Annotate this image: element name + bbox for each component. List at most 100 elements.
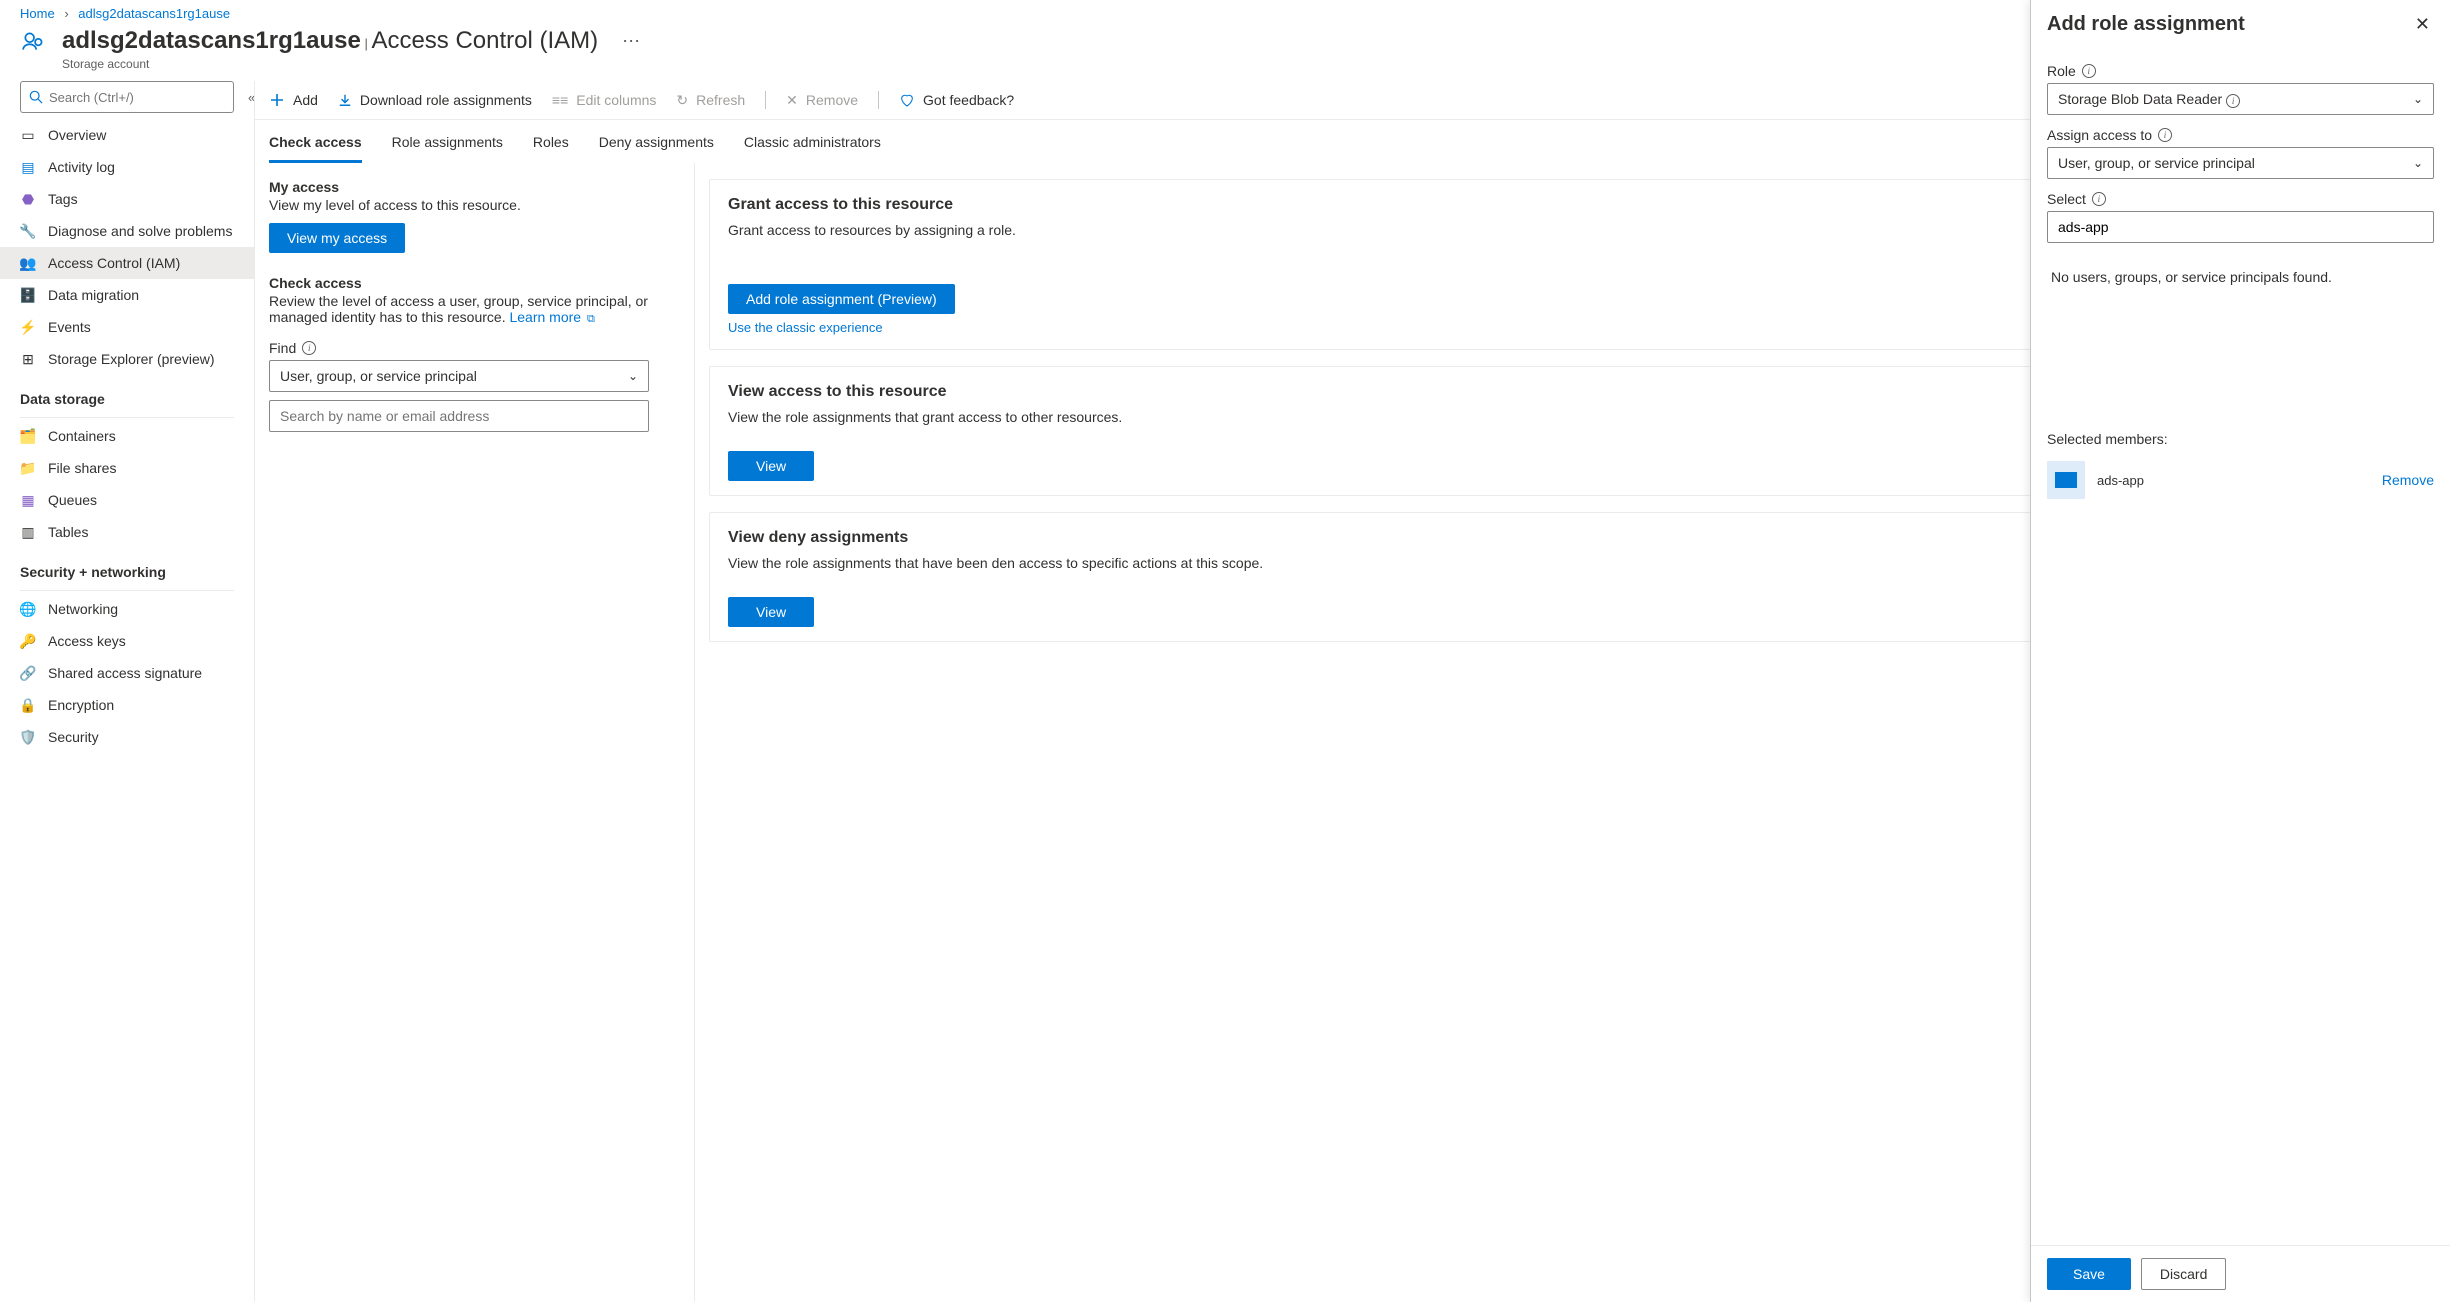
remove-member-button[interactable]: Remove: [2382, 472, 2434, 488]
tab-classic-admins[interactable]: Classic administrators: [744, 134, 881, 163]
feedback-button[interactable]: Got feedback?: [899, 92, 1014, 108]
nav-security[interactable]: 🛡️Security: [0, 721, 254, 753]
page-title: Access Control (IAM): [371, 27, 598, 54]
selected-member-row: ads-app Remove: [2047, 461, 2434, 499]
nav-data-migration[interactable]: 🗄️Data migration: [0, 279, 254, 311]
refresh-icon: ↻: [676, 92, 688, 109]
view-access-button[interactable]: View: [728, 451, 814, 481]
info-icon[interactable]: i: [2226, 94, 2240, 108]
info-icon[interactable]: i: [2092, 192, 2106, 206]
file-shares-icon: 📁: [20, 460, 36, 476]
nav-file-shares[interactable]: 📁File shares: [0, 452, 254, 484]
nav-encryption[interactable]: 🔒Encryption: [0, 689, 254, 721]
nav-containers[interactable]: 🗂️Containers: [0, 420, 254, 452]
containers-icon: 🗂️: [20, 428, 36, 444]
info-icon[interactable]: i: [2082, 64, 2096, 78]
iam-icon: 👥: [20, 255, 36, 271]
heart-icon: [899, 92, 915, 108]
selected-members-label: Selected members:: [2047, 431, 2434, 447]
diagnose-icon: 🔧: [20, 223, 36, 239]
check-access-title: Check access: [269, 275, 680, 291]
external-link-icon: ⧉: [587, 313, 595, 325]
find-select[interactable]: User, group, or service principal ⌄: [269, 360, 649, 392]
nav-events[interactable]: ⚡Events: [0, 311, 254, 343]
refresh-button: ↻ Refresh: [676, 92, 745, 109]
collapse-sidebar-button[interactable]: «: [244, 86, 254, 109]
log-icon: ▤: [20, 159, 36, 175]
select-label: Select i: [2047, 191, 2434, 207]
sidebar-search[interactable]: [20, 81, 234, 113]
nav-tables[interactable]: ▥Tables: [0, 516, 254, 548]
shield-icon: 🛡️: [20, 729, 36, 745]
tables-icon: ▥: [20, 524, 36, 540]
view-my-access-button[interactable]: View my access: [269, 223, 405, 253]
resource-name: adlsg2datascans1rg1ause: [62, 27, 361, 54]
sidebar: « ▭Overview ▤Activity log ⬣Tags 🔧Diagnos…: [0, 81, 254, 1302]
nav-networking[interactable]: 🌐Networking: [0, 593, 254, 625]
info-icon[interactable]: i: [302, 341, 316, 355]
member-name: ads-app: [2097, 473, 2144, 488]
close-button[interactable]: ✕: [2411, 10, 2434, 39]
lock-icon: 🔒: [20, 697, 36, 713]
nav-storage-explorer[interactable]: ⊞Storage Explorer (preview): [0, 343, 254, 375]
chevron-down-icon: ⌄: [2413, 156, 2423, 170]
remove-button: ✕ Remove: [786, 92, 858, 109]
add-role-assignment-panel: Add role assignment ✕ Role i Storage Blo…: [2030, 0, 2450, 1302]
select-input[interactable]: [2047, 211, 2434, 243]
nav-queues[interactable]: ▦Queues: [0, 484, 254, 516]
add-role-assignment-button[interactable]: Add role assignment (Preview): [728, 284, 955, 314]
member-avatar: [2047, 461, 2085, 499]
x-icon: ✕: [786, 92, 798, 109]
nav-sas[interactable]: 🔗Shared access signature: [0, 657, 254, 689]
assign-label: Assign access to i: [2047, 127, 2434, 143]
nav-access-keys[interactable]: 🔑Access keys: [0, 625, 254, 657]
key-icon: 🔑: [20, 633, 36, 649]
nav-access-control[interactable]: 👥Access Control (IAM): [0, 247, 254, 279]
search-icon: [29, 90, 43, 104]
tab-check-access[interactable]: Check access: [269, 134, 362, 163]
classic-experience-link[interactable]: Use the classic experience: [728, 320, 955, 335]
view-deny-button[interactable]: View: [728, 597, 814, 627]
more-actions-button[interactable]: ⋯: [622, 31, 640, 52]
tab-role-assignments[interactable]: Role assignments: [392, 134, 503, 163]
events-icon: ⚡: [20, 319, 36, 335]
nav-activity-log[interactable]: ▤Activity log: [0, 151, 254, 183]
tab-roles[interactable]: Roles: [533, 134, 569, 163]
nav-diagnose[interactable]: 🔧Diagnose and solve problems: [0, 215, 254, 247]
tag-icon: ⬣: [20, 191, 36, 207]
edit-columns-button: ≡≡ Edit columns: [552, 92, 657, 108]
no-results-message: No users, groups, or service principals …: [2047, 243, 2434, 311]
download-icon: [338, 93, 352, 107]
breadcrumb-home[interactable]: Home: [20, 6, 55, 21]
section-security: Security + networking: [0, 548, 254, 586]
explorer-icon: ⊞: [20, 351, 36, 367]
learn-more-link[interactable]: Learn more ⧉: [509, 309, 594, 325]
resource-icon: [20, 27, 48, 55]
role-select[interactable]: Storage Blob Data Reader i ⌄: [2047, 83, 2434, 115]
role-label: Role i: [2047, 63, 2434, 79]
networking-icon: 🌐: [20, 601, 36, 617]
tab-deny-assignments[interactable]: Deny assignments: [599, 134, 714, 163]
save-button[interactable]: Save: [2047, 1258, 2131, 1290]
search-input[interactable]: [49, 90, 225, 105]
my-access-desc: View my level of access to this resource…: [269, 197, 680, 213]
section-data-storage: Data storage: [0, 375, 254, 413]
queues-icon: ▦: [20, 492, 36, 508]
discard-button[interactable]: Discard: [2141, 1258, 2226, 1290]
find-search-input[interactable]: [269, 400, 649, 432]
add-button[interactable]: Add: [269, 92, 318, 108]
migration-icon: 🗄️: [20, 287, 36, 303]
sas-icon: 🔗: [20, 665, 36, 681]
breadcrumb-resource[interactable]: adlsg2datascans1rg1ause: [78, 6, 230, 21]
download-button[interactable]: Download role assignments: [338, 92, 532, 108]
check-access-desc: Review the level of access a user, group…: [269, 293, 680, 326]
chevron-down-icon: ⌄: [2413, 92, 2423, 106]
my-access-title: My access: [269, 179, 680, 195]
info-icon[interactable]: i: [2158, 128, 2172, 142]
find-label: Find i: [269, 340, 680, 356]
chevron-down-icon: ⌄: [628, 369, 638, 383]
assign-select[interactable]: User, group, or service principal ⌄: [2047, 147, 2434, 179]
nav-tags[interactable]: ⬣Tags: [0, 183, 254, 215]
overview-icon: ▭: [20, 127, 36, 143]
nav-overview[interactable]: ▭Overview: [0, 119, 254, 151]
